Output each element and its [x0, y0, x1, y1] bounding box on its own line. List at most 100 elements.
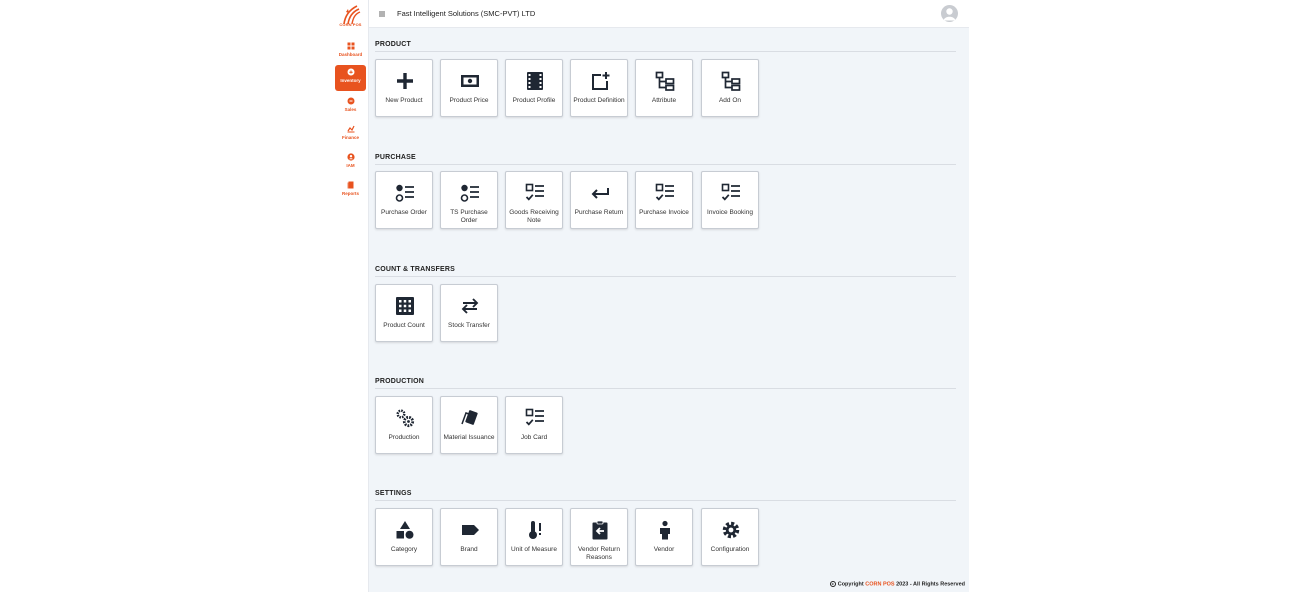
section-title-production: PRODUCTION: [375, 378, 425, 385]
top-bar: Fast Intelligent Solutions (SMC-PVT) LTD: [369, 0, 969, 28]
tile-label: Unit of Measure: [511, 546, 557, 553]
list-circle-icon: [460, 184, 479, 202]
user-avatar-icon: [943, 8, 956, 21]
sidebar-item-label: Reports: [341, 191, 359, 196]
tile-add-on[interactable]: Add On: [701, 59, 759, 117]
gear-icon: [722, 521, 740, 539]
clipboard-return-icon: [592, 520, 608, 540]
checklist-icon: [525, 183, 544, 201]
section-title-settings: SETTINGS: [375, 490, 412, 497]
finance-icon: [347, 125, 355, 133]
sidebar-item-label: Finance: [341, 135, 359, 140]
sidebar-item-label: IAM: [346, 163, 355, 168]
dashboard-icon: [347, 42, 354, 50]
sales-icon: [347, 97, 354, 105]
sidebar: CORN POS Dashboard Inventory Sales Finan…: [332, 0, 369, 592]
plus-icon: [397, 73, 413, 89]
tile-unit-of-measure[interactable]: Unit of Measure: [505, 508, 563, 566]
thermometer-icon: [529, 521, 541, 539]
checklist-icon: [721, 183, 740, 201]
tile-purchase-return[interactable]: Purchase Return: [570, 171, 628, 229]
tile-label: Vendor Return Reasons: [578, 546, 620, 561]
add-box-icon: [592, 72, 610, 90]
inventory-icon: [347, 68, 354, 76]
tile-vendor-return-reasons[interactable]: Vendor Return Reasons: [570, 508, 628, 566]
footer: c Copyright CORN POS 2023 - All Rights Re…: [829, 581, 965, 588]
tile-label: Purchase Order: [381, 209, 427, 216]
tile-product-profile[interactable]: Product Profile: [505, 59, 563, 117]
tile-label: Goods Receiving Note: [509, 209, 559, 224]
person-icon: [660, 520, 670, 540]
tile-label: New Product: [385, 97, 423, 104]
tile-invoice-booking[interactable]: Invoice Booking: [701, 171, 759, 229]
tile-configuration[interactable]: Configuration: [701, 508, 759, 566]
tile-new-product[interactable]: New Product: [375, 59, 433, 117]
section-divider: [375, 276, 956, 277]
section-title-purchase: PURCHASE: [375, 154, 416, 161]
tile-material-issuance[interactable]: Material Issuance: [440, 396, 498, 454]
list-circle-icon: [395, 184, 414, 202]
sidebar-item-sales[interactable]: Sales: [335, 94, 366, 120]
tile-goods-receiving-note[interactable]: Goods Receiving Note: [505, 171, 563, 229]
tile-product-definition[interactable]: Product Definition: [570, 59, 628, 117]
footer-prefix: Copyright: [837, 581, 864, 588]
film-icon: [527, 72, 543, 90]
tile-label: Product Price: [449, 97, 489, 104]
tile-purchase-invoice[interactable]: Purchase Invoice: [635, 171, 693, 229]
shapes-icon: [396, 521, 414, 539]
section-divider: [375, 164, 956, 165]
tile-label: Purchase Return: [574, 209, 624, 216]
tile-vendor[interactable]: Vendor: [635, 508, 693, 566]
logo-text: CORN POS: [339, 22, 362, 27]
reports-icon: [347, 181, 353, 189]
sidebar-item-label: Dashboard: [338, 52, 363, 57]
tile-purchase-order[interactable]: Purchase Order: [375, 171, 433, 229]
section-divider: [375, 388, 956, 389]
sidebar-item-finance[interactable]: Finance: [335, 122, 366, 148]
sidebar-item-dashboard[interactable]: Dashboard: [335, 39, 366, 65]
return-arrow-icon: [591, 188, 609, 199]
sidebar-item-reports[interactable]: Reports: [335, 178, 366, 204]
tile-label: Invoice Booking: [707, 209, 753, 216]
tile-label: Job Card: [520, 434, 548, 441]
sidebar-item-iam[interactable]: IAM: [335, 150, 366, 176]
tile-label: Stock Transfer: [448, 322, 490, 329]
section-title-count-transfers: COUNT & TRANSFERS: [375, 266, 456, 273]
tile-label: Attribute: [651, 97, 677, 104]
checklist-icon: [525, 408, 544, 426]
tile-label: Product Definition: [573, 97, 625, 104]
grid-icon: [396, 297, 414, 315]
tile-label: TS Purchase Order: [450, 209, 488, 224]
tag-icon: [462, 525, 479, 535]
tile-job-card[interactable]: Job Card: [505, 396, 563, 454]
tile-brand[interactable]: Brand: [440, 508, 498, 566]
tile-ts-purchase-order[interactable]: TS Purchase Order: [440, 171, 498, 229]
checklist-icon: [655, 183, 674, 201]
tile-product-count[interactable]: Product Count: [375, 284, 433, 342]
swap-icon: [461, 298, 479, 314]
avatar[interactable]: [941, 5, 958, 22]
user-icon: [346, 153, 355, 161]
sidebar-item-label: Sales: [344, 107, 357, 112]
section-title-product: PRODUCT: [375, 41, 412, 48]
section-divider: [375, 500, 956, 501]
tile-product-price[interactable]: Product Price: [440, 59, 498, 117]
tile-label: Material Issuance: [443, 434, 495, 441]
copyright-icon: c: [829, 581, 836, 587]
sidebar-item-inventory[interactable]: Inventory: [335, 65, 366, 91]
tile-label: Vendor: [653, 546, 675, 553]
tile-attribute[interactable]: Attribute: [635, 59, 693, 117]
menu-icon[interactable]: [377, 9, 387, 19]
gears-icon: [396, 409, 415, 428]
section-divider: [375, 51, 956, 52]
tile-production[interactable]: Production: [375, 396, 433, 454]
app-shell: CORN POS Dashboard Inventory Sales Finan…: [332, 0, 969, 592]
tile-label: Add On: [718, 97, 742, 104]
footer-suffix: 2023 - All Rights Reserved: [896, 581, 965, 588]
money-icon: [461, 75, 479, 87]
tile-label: Product Profile: [512, 97, 556, 104]
tile-label: Category: [390, 546, 418, 553]
company-name: Fast Intelligent Solutions (SMC-PVT) LTD: [397, 9, 536, 18]
tile-stock-transfer[interactable]: Stock Transfer: [440, 284, 498, 342]
tile-category[interactable]: Category: [375, 508, 433, 566]
